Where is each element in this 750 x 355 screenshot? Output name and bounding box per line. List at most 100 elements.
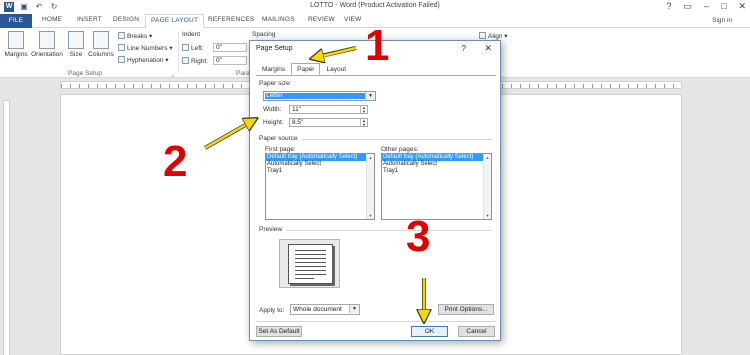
- line-numbers-icon: [118, 44, 125, 51]
- dialog-close-button[interactable]: ✕: [484, 43, 492, 54]
- line-numbers-button[interactable]: Line Numbers ▾: [118, 44, 173, 52]
- list-item[interactable]: Tray1: [266, 168, 374, 175]
- preview-page-icon: [288, 244, 333, 284]
- align-button[interactable]: Align ▾: [479, 32, 508, 40]
- chevron-down-icon: ▼: [365, 92, 375, 100]
- height-spinner-icon[interactable]: ▲ ▼: [360, 119, 367, 126]
- list-item[interactable]: Automatically Select: [382, 161, 491, 168]
- tab-layout[interactable]: Layout: [320, 63, 352, 75]
- breaks-button[interactable]: Breaks ▾: [118, 32, 152, 40]
- close-icon[interactable]: ✕: [738, 1, 746, 12]
- step-3-marker: 3: [406, 212, 431, 261]
- vertical-ruler[interactable]: [3, 100, 10, 355]
- orientation-icon: [39, 31, 55, 49]
- chevron-down-icon: ▼: [349, 305, 359, 313]
- paragraph-group-label: Para: [236, 70, 250, 77]
- title-bar: W ▣ ↶ ↻ LOTTO - Word (Product Activation…: [0, 0, 750, 14]
- dialog-bottom-divider: [256, 321, 496, 322]
- tab-insert[interactable]: INSERT: [77, 16, 102, 23]
- preview-label: Preview: [259, 226, 283, 233]
- first-page-list[interactable]: Default tray (Automatically Select) Auto…: [265, 153, 375, 220]
- scroll-up-icon[interactable]: ▲: [484, 154, 491, 161]
- minimize-icon[interactable]: –: [704, 1, 709, 12]
- hyphenation-label: Hyphenation: [127, 57, 164, 64]
- scroll-down-icon[interactable]: ▼: [367, 212, 374, 219]
- step-2-marker: 2: [163, 137, 188, 186]
- tab-page-layout[interactable]: PAGE LAYOUT: [145, 14, 205, 29]
- list-item[interactable]: Default tray (Automatically Select): [382, 154, 491, 161]
- height-field[interactable]: 8.5" ▲ ▼: [289, 118, 368, 127]
- maximize-icon[interactable]: □: [721, 1, 726, 12]
- spacing-label: Spacing: [252, 31, 276, 38]
- hyphenation-icon: [118, 56, 125, 63]
- paper-size-value: Letter: [265, 92, 374, 99]
- scroll-down-icon[interactable]: ▼: [484, 212, 491, 219]
- scroll-up-icon[interactable]: ▲: [367, 154, 374, 161]
- paper-source-divider: [302, 139, 492, 140]
- columns-button[interactable]: Columns: [88, 31, 114, 58]
- breaks-label: Breaks: [127, 33, 148, 40]
- columns-label: Columns: [88, 51, 114, 58]
- width-field[interactable]: 11" ▲ ▼: [289, 105, 368, 114]
- align-label: Align: [488, 33, 503, 40]
- columns-icon: [93, 31, 109, 49]
- help-icon[interactable]: ?: [666, 1, 671, 12]
- dialog-help-button[interactable]: ?: [462, 44, 466, 53]
- list-item[interactable]: Default tray (Automatically Select): [266, 154, 374, 161]
- size-button[interactable]: Size: [68, 31, 84, 58]
- breaks-icon: [118, 32, 125, 39]
- tab-mailings[interactable]: MAILINGS: [262, 16, 295, 23]
- width-spinner-icon[interactable]: ▲ ▼: [360, 106, 367, 113]
- window-controls: ? ▭ – □ ✕: [666, 1, 746, 12]
- apply-to-label: Apply to:: [259, 307, 285, 314]
- window-title: LOTTO - Word (Product Activation Failed): [310, 2, 440, 9]
- ok-button[interactable]: OK: [411, 326, 448, 337]
- indent-left-icon: [182, 44, 189, 51]
- page-setup-launcher-icon[interactable]: ⌟: [171, 71, 174, 78]
- margins-label: Margins: [4, 51, 28, 58]
- tab-home[interactable]: HOME: [42, 16, 62, 23]
- paper-size-dropdown[interactable]: Letter ▼: [263, 91, 376, 101]
- other-pages-label: Other pages:: [381, 146, 419, 153]
- apply-to-dropdown[interactable]: Whole document ▼: [290, 304, 360, 315]
- indent-left-field[interactable]: 0": [213, 43, 247, 52]
- tab-references[interactable]: REFERENCES: [208, 16, 254, 23]
- tab-review[interactable]: REVIEW: [308, 16, 335, 23]
- set-as-default-button[interactable]: Set As Default: [256, 326, 302, 337]
- first-page-label: First page:: [265, 146, 296, 153]
- page-setup-group-label: Page Setup: [68, 70, 102, 77]
- hyphenation-button[interactable]: Hyphenation ▾: [118, 56, 169, 64]
- tab-paper[interactable]: Paper: [291, 63, 321, 75]
- ribbon-display-icon[interactable]: ▭: [683, 1, 692, 12]
- height-label: Height:: [263, 119, 284, 126]
- orientation-label: Orientation: [31, 51, 63, 58]
- step-1-marker: 1: [365, 21, 390, 70]
- ribbon-separator: [178, 32, 179, 74]
- other-pages-scrollbar[interactable]: ▲ ▼: [483, 154, 491, 219]
- dialog-tabs: Margins Paper Layout: [256, 63, 352, 75]
- other-pages-list[interactable]: Default tray (Automatically Select) Auto…: [381, 153, 492, 220]
- vertical-ruler-area: [0, 92, 12, 355]
- indent-label: Indent: [182, 31, 201, 38]
- print-options-button[interactable]: Print Options...: [438, 304, 494, 315]
- tab-margins[interactable]: Margins: [256, 63, 291, 75]
- size-label: Size: [69, 51, 83, 58]
- sign-in-link[interactable]: Sign in: [712, 17, 732, 24]
- first-page-scrollbar[interactable]: ▲ ▼: [366, 154, 374, 219]
- list-item[interactable]: Tray1: [382, 168, 491, 175]
- list-item[interactable]: Automatically Select: [266, 161, 374, 168]
- page-setup-dialog: Page Setup ? ✕ Margins Paper Layout Pape…: [249, 40, 501, 341]
- tab-view[interactable]: VIEW: [344, 16, 361, 23]
- cancel-button[interactable]: Cancel: [458, 326, 495, 337]
- indent-right-icon: [182, 57, 189, 64]
- tab-design[interactable]: DESIGN: [113, 16, 139, 23]
- width-value: 11": [292, 106, 302, 113]
- orientation-button[interactable]: Orientation: [30, 31, 64, 58]
- margins-button[interactable]: Margins: [4, 31, 28, 58]
- tab-file[interactable]: FILE: [0, 14, 32, 28]
- indent-right-field[interactable]: 0": [213, 56, 247, 65]
- width-label: Width:: [263, 106, 282, 113]
- align-icon: [479, 32, 486, 39]
- page-preview: [279, 239, 340, 288]
- paper-source-label: Paper source: [259, 135, 298, 142]
